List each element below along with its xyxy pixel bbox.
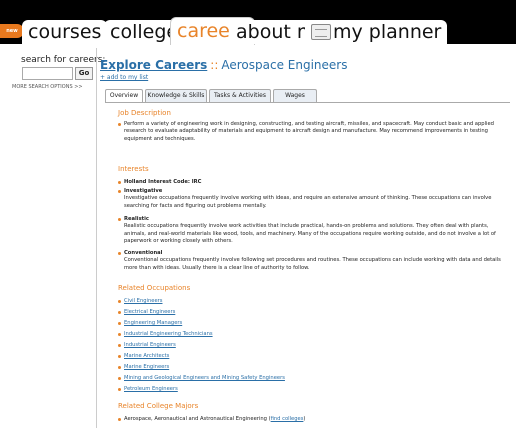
list-item: Electrical Engineers <box>118 309 504 316</box>
holland-code-text: Holland Interest Code: IRC <box>124 179 202 185</box>
occupation-link-industrial-engineers[interactable]: Industrial Engineers <box>124 342 176 348</box>
related-occupations-heading: Related Occupations <box>118 284 191 292</box>
occupation-link-petroleum-engineers[interactable]: Petroleum Engineers <box>124 386 178 392</box>
breadcrumb-explore-careers[interactable]: Explore Careers <box>100 58 207 72</box>
list-item: Marine Architects <box>118 353 504 360</box>
find-colleges-link[interactable]: find colleges <box>271 416 304 422</box>
breadcrumb-separator: :: <box>210 58 219 72</box>
new-badge[interactable]: new <box>0 24 24 38</box>
interest-investigative: Investigative Investigative occupations … <box>118 188 504 210</box>
list-item: Mining and Geological Engineers and Mini… <box>118 375 504 382</box>
occupation-link-civil-engineers[interactable]: Civil Engineers <box>124 298 162 304</box>
top-nav-bar: new courses colleges careers about me my… <box>0 0 516 45</box>
job-description-text: Perform a variety of engineering work in… <box>118 121 504 143</box>
tab-my-planner-label: my planner <box>333 21 442 43</box>
planner-icon <box>311 24 331 40</box>
job-description-heading: Job Description <box>118 109 171 117</box>
occupation-link-engineering-managers[interactable]: Engineering Managers <box>124 320 182 326</box>
add-to-list-link[interactable]: + add to my list <box>100 74 148 81</box>
subtab-wages[interactable]: Wages <box>273 89 317 102</box>
occupation-link-marine-engineers[interactable]: Marine Engineers <box>124 364 169 370</box>
holland-code: Holland Interest Code: IRC <box>118 179 504 186</box>
interest-text: Investigative occupations frequently inv… <box>124 195 492 209</box>
interest-title: Investigative <box>124 188 163 194</box>
occupation-link-marine-architects[interactable]: Marine Architects <box>124 353 169 359</box>
related-majors-heading: Related College Majors <box>118 402 199 410</box>
interest-realistic: Realistic Realistic occupations frequent… <box>118 216 504 246</box>
interest-title: Realistic <box>124 216 149 222</box>
search-label: search for careers: <box>21 55 106 65</box>
career-search-input[interactable] <box>22 67 73 80</box>
interest-text: Realistic occupations frequently involve… <box>124 223 496 245</box>
occupation-link-electrical-engineers[interactable]: Electrical Engineers <box>124 309 175 315</box>
tab-my-planner[interactable]: my planner <box>305 20 448 44</box>
occupation-link-mining-geological-engineers[interactable]: Mining and Geological Engineers and Mini… <box>124 375 285 381</box>
major-name: Aerospace, Aeronautical and Astronautica… <box>124 416 267 422</box>
tab-courses[interactable]: courses <box>22 20 108 44</box>
interest-title: Conventional <box>124 250 163 256</box>
list-item: Civil Engineers <box>118 298 504 305</box>
list-item: Engineering Managers <box>118 320 504 327</box>
list-item: Marine Engineers <box>118 364 504 371</box>
list-item: Industrial Engineers <box>118 342 504 349</box>
occupation-title: Aerospace Engineers <box>221 58 348 72</box>
interest-text: Conventional occupations frequently invo… <box>124 257 501 271</box>
list-item: Aerospace, Aeronautical and Astronautica… <box>118 416 504 423</box>
go-button[interactable]: Go <box>75 67 93 80</box>
list-item: Petroleum Engineers <box>118 386 504 393</box>
more-search-options-link[interactable]: MORE SEARCH OPTIONS >> <box>12 84 83 90</box>
list-item: Industrial Engineering Technicians <box>118 331 504 338</box>
subtab-underline <box>105 102 510 103</box>
interest-conventional: Conventional Conventional occupations fr… <box>118 250 504 272</box>
interests-heading: Interests <box>118 165 149 173</box>
sidebar-divider <box>96 48 97 428</box>
subtab-knowledge-skills[interactable]: Knowledge & Skills <box>145 89 207 102</box>
occupation-link-industrial-engineering-technicians[interactable]: Industrial Engineering Technicians <box>124 331 213 337</box>
subtab-tasks-activities[interactable]: Tasks & Activities <box>209 89 271 102</box>
page-title: Explore Careers:: Aerospace Engineers <box>100 58 347 72</box>
subtab-overview[interactable]: Overview <box>105 89 143 102</box>
